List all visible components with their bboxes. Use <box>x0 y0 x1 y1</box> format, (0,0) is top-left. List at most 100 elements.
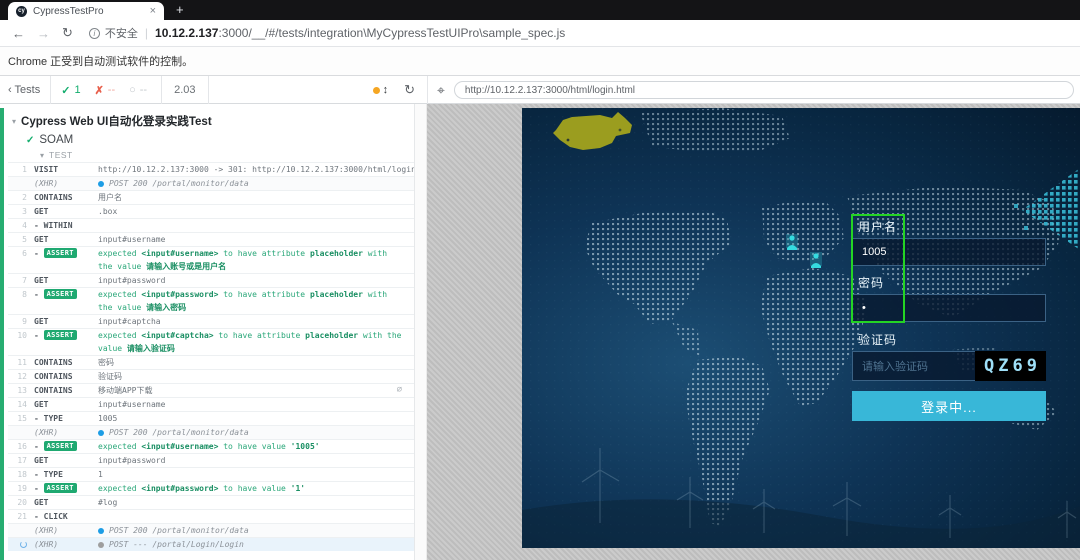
command-method: - ASSERT <box>34 288 98 301</box>
command-row[interactable]: 13 CONTAINS 移动端APP下载 ∅ <box>8 383 414 397</box>
reload-icon[interactable]: ↻ <box>62 25 73 41</box>
command-number: 16 <box>17 442 27 451</box>
command-row[interactable]: 17 GET input#password <box>8 453 414 467</box>
command-row[interactable]: 6 - ASSERT expected <input#username> to ha… <box>8 246 414 273</box>
new-tab-button[interactable]: + <box>176 2 184 18</box>
test-section-header[interactable]: ▾ TEST <box>8 148 414 162</box>
check-icon: ✓ <box>26 134 35 146</box>
command-message: input#username <box>98 400 166 409</box>
command-number: 6 <box>22 249 27 258</box>
url-path: :3000/__/#/tests/integration\MyCypressTe… <box>218 26 566 40</box>
captcha-image[interactable]: QZ69 <box>975 351 1046 381</box>
notification-dot-icon <box>372 86 380 94</box>
pending-spinner-icon <box>8 538 34 551</box>
command-row[interactable]: 2 CONTAINS 用户名 <box>8 190 414 204</box>
reporter-panel: ▾ Cypress Web UI自动化登录实践Test ✓ SOAM ▾ TES… <box>0 104 415 560</box>
back-icon[interactable]: ← <box>12 26 25 41</box>
command-method: - WITHIN <box>34 221 73 230</box>
browser-toolbar: ← → ↻ i 不安全 | 10.12.2.137 :3000/__/#/tes… <box>0 20 1080 47</box>
caret-down-icon[interactable]: ▾ <box>12 117 16 126</box>
command-method: (XHR) <box>34 179 59 188</box>
command-row[interactable]: 3 GET .box <box>8 204 414 218</box>
cypress-highlight-box <box>851 214 905 323</box>
command-number: 17 <box>17 456 27 465</box>
command-message: input#username <box>98 235 166 244</box>
command-message: #log <box>98 498 118 507</box>
tab-close-icon[interactable]: × <box>150 5 156 17</box>
browser-window: cy CypressTestPro × + ← → ↻ i 不安全 | 10.1… <box>0 0 1080 560</box>
command-row[interactable]: 1 VISIT http://10.12.2.137:3000 -> 301: ht… <box>8 162 414 176</box>
xhr-status-dot-icon <box>98 541 104 548</box>
command-row[interactable]: 14 GET input#username <box>8 397 414 411</box>
command-row[interactable]: 8 - ASSERT expected <input#password> to ha… <box>8 287 414 314</box>
xhr-log-row[interactable]: (XHR) POST 200 /portal/monitor/data <box>8 523 414 537</box>
automation-infobar: Chrome 正受到自动测试软件的控制。 <box>0 47 1080 76</box>
command-row[interactable]: 16 - ASSERT expected <input#username> to h… <box>8 439 414 453</box>
aut-url-input[interactable]: http://10.12.2.137:3000/html/login.html <box>453 81 1074 99</box>
address-bar[interactable]: i 不安全 | 10.12.2.137 :3000/__/#/tests/int… <box>88 25 566 41</box>
suite-title: Cypress Web UI自动化登录实践Test <box>21 116 212 128</box>
passed-stat: ✓ 1 <box>61 84 81 97</box>
command-log: 1 VISIT http://10.12.2.137:3000 -> 301: ht… <box>8 162 414 551</box>
xhr-log-row[interactable]: (XHR) POST 200 /portal/monitor/data <box>8 176 414 190</box>
command-row[interactable]: 21 - CLICK <box>8 509 414 523</box>
selector-playground-icon[interactable]: ⌖ <box>437 82 445 99</box>
cross-icon: ✗ <box>94 84 104 97</box>
captcha-label: 验证码 <box>858 333 898 347</box>
info-icon[interactable]: i <box>88 27 100 39</box>
command-number: 19 <box>17 484 27 493</box>
command-row[interactable]: 7 GET input#password <box>8 273 414 287</box>
xhr-status-dot-icon <box>98 527 104 534</box>
command-row[interactable]: 9 GET input#captcha <box>8 314 414 328</box>
eye-slash-icon: ∅ <box>396 385 402 395</box>
browser-tab[interactable]: cy CypressTestPro × <box>8 2 164 20</box>
command-method: VISIT <box>34 165 59 174</box>
assert-badge: ASSERT <box>43 248 77 258</box>
command-message: expected <input#username> to have attrib… <box>98 249 388 271</box>
command-row[interactable]: 20 GET #log <box>8 495 414 509</box>
test-row[interactable]: ✓ SOAM <box>8 132 414 148</box>
command-method: - ASSERT <box>34 329 98 342</box>
command-message: input#password <box>98 276 166 285</box>
check-icon: ✓ <box>61 84 71 97</box>
command-number: 3 <box>22 207 27 216</box>
command-number: 13 <box>17 386 27 395</box>
command-message: POST 200 /portal/monitor/data <box>98 177 414 190</box>
xhr-status-dot-icon <box>98 429 104 436</box>
command-row[interactable]: 19 - ASSERT expected <input#password> to h… <box>8 481 414 495</box>
command-method: (XHR) <box>34 526 59 535</box>
xhr-log-row[interactable]: (XHR) POST --- /portal/Login/Login <box>8 537 414 551</box>
rerun-icon[interactable]: ↻ <box>404 82 415 98</box>
command-row[interactable]: 11 CONTAINS 密码 <box>8 355 414 369</box>
command-method: (XHR) <box>34 428 59 437</box>
duration-label: 2.03 <box>161 76 209 104</box>
command-row[interactable]: 15 - TYPE 1005 <box>8 411 414 425</box>
tab-strip: cy CypressTestPro × + <box>0 0 1080 20</box>
command-number: 2 <box>22 193 27 202</box>
command-method: - ASSERT <box>34 440 98 453</box>
command-method: GET <box>34 276 49 285</box>
command-message: POST 200 /portal/monitor/data <box>98 524 414 537</box>
command-method: - ASSERT <box>34 247 98 260</box>
command-method: GET <box>34 317 49 326</box>
command-row[interactable]: 12 CONTAINS 验证码 <box>8 369 414 383</box>
command-row[interactable]: 5 GET input#username <box>8 232 414 246</box>
command-row[interactable]: 10 - ASSERT expected <input#captcha> to ha… <box>8 328 414 355</box>
command-number: 4 <box>22 221 27 230</box>
command-row[interactable]: 18 - TYPE 1 <box>8 467 414 481</box>
forward-icon[interactable]: → <box>37 26 50 41</box>
reporter-scrollbar[interactable] <box>415 104 427 560</box>
runner-header-icons: ↕ ↻ <box>372 76 415 104</box>
command-row[interactable]: 4 - WITHIN <box>8 218 414 232</box>
suite-title-row[interactable]: ▾ Cypress Web UI自动化登录实践Test <box>8 110 414 132</box>
back-to-tests-button[interactable]: ‹ Tests <box>8 84 40 96</box>
command-method: - CLICK <box>34 512 68 521</box>
aut-iframe: 用户名 1005 密码 • 验证码 请输入验证码 QZ69 登录中... <box>522 108 1080 548</box>
xhr-log-row[interactable]: (XHR) POST 200 /portal/monitor/data <box>8 425 414 439</box>
assert-badge: ASSERT <box>43 330 77 340</box>
scroll-toggle-icon[interactable]: ↕ <box>383 84 389 96</box>
login-button[interactable]: 登录中... <box>852 391 1046 421</box>
tab-title: CypressTestPro <box>33 5 104 17</box>
command-number: 15 <box>17 414 27 423</box>
command-method: CONTAINS <box>34 372 73 381</box>
